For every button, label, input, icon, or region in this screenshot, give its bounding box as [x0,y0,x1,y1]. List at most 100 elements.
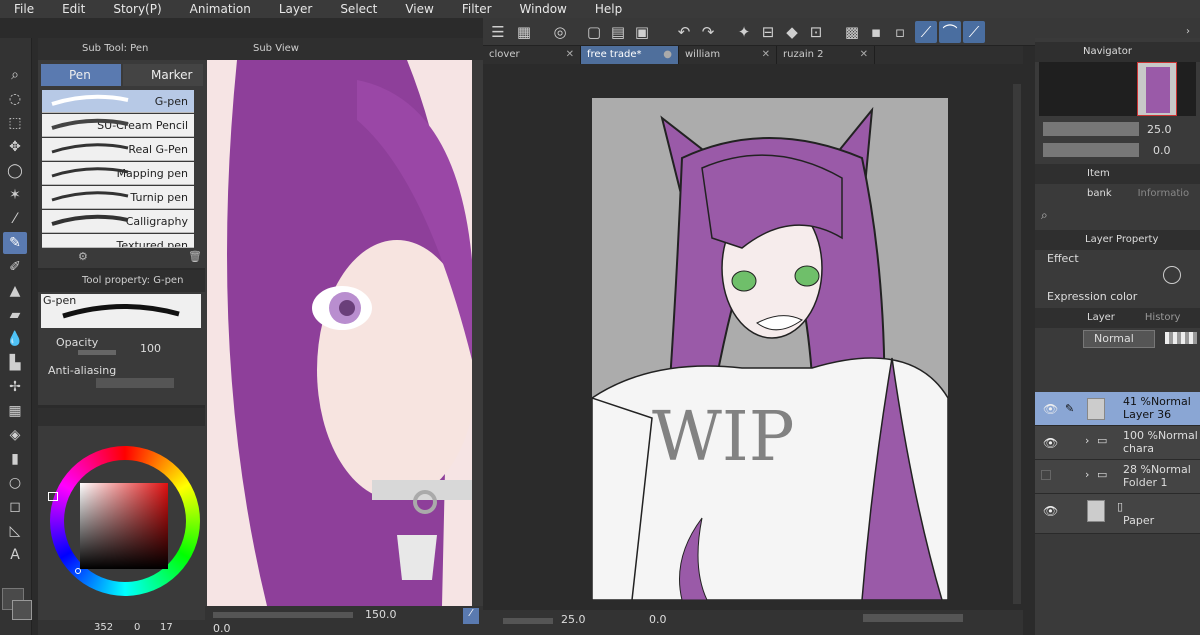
navigator-angle-value[interactable]: 0.0 [1153,144,1171,157]
brush-item[interactable]: Mapping pen [42,162,194,185]
special-ruler-snap-icon[interactable]: ⌒ [939,21,961,43]
close-icon[interactable]: ✕ [566,46,574,64]
layer-row[interactable]: 👁 › ▭ 100 %Normal chara [1035,426,1200,460]
brush-item[interactable]: Calligraphy [42,210,194,233]
magic-wand-icon[interactable]: ✶ [3,184,27,206]
zoom-icon[interactable]: ⌕ [3,64,27,86]
grid-icon[interactable]: ▦ [513,21,535,43]
canvas-area[interactable]: WIP [483,64,1023,610]
frame-icon[interactable]: ▦ [3,400,27,422]
save-icon[interactable]: ▣ [631,21,653,43]
antialias-options[interactable] [96,378,174,388]
show-selection-icon[interactable]: ▫ [889,21,911,43]
sub-color-swatch[interactable] [12,600,32,620]
chevron-right-icon[interactable]: › [1085,434,1089,447]
transform-icon[interactable]: ⊡ [805,21,827,43]
pencil-icon[interactable]: ✐ [3,256,27,278]
menu-select[interactable]: Select [326,0,391,18]
trash-icon[interactable]: 🗑 [188,250,204,264]
redo-icon[interactable]: ↷ [697,21,719,43]
blend-icon[interactable]: 💧 [3,328,27,350]
balloon-icon[interactable]: ◻ [3,496,27,518]
new-file-icon[interactable]: ▢ [583,21,605,43]
canvas-vscroll[interactable] [1013,84,1021,604]
operation-icon[interactable]: ◌ [3,88,27,110]
settings-icon[interactable]: ⚙ [78,250,98,264]
menu-view[interactable]: View [391,0,447,18]
tab-history[interactable]: History [1145,312,1181,323]
fill-icon[interactable]: ◆ [781,21,803,43]
sub-view-zoom-slider[interactable] [213,612,353,618]
search-icon[interactable]: ⌕ [1041,208,1055,222]
ruler-icon[interactable]: ◺ [3,520,27,542]
navigator-zoom-value[interactable]: 25.0 [1147,123,1172,136]
tab-layer[interactable]: Layer [1087,312,1115,323]
pen-tool-icon[interactable]: ✎ [3,232,27,254]
brush-item[interactable]: Textured pen [42,234,194,248]
canvas-zoom-slider[interactable] [503,618,553,624]
figure-icon[interactable]: ○ [3,472,27,494]
canvas-zoom-value[interactable]: 25.0 [561,613,586,626]
tab-marker[interactable]: Marker [123,64,203,86]
eyedropper-icon[interactable]: ⁄ [3,208,27,230]
lasso-icon[interactable]: ◯ [3,160,27,182]
close-icon[interactable]: ✕ [860,46,868,64]
hamburger-icon[interactable]: ☰ [487,21,509,43]
menu-story[interactable]: Story(P) [99,0,175,18]
tab-ruzain-2[interactable]: ruzain 2 ✕ [777,46,875,64]
navigator-angle-slider[interactable] [1043,143,1139,157]
tab-clover[interactable]: clover ✕ [483,46,581,64]
eye-icon[interactable]: 👁 [1043,402,1058,416]
saturation-value-square[interactable] [80,483,168,569]
menu-layer[interactable]: Layer [265,0,326,18]
layer-row[interactable]: › ▭ 28 %Normal Folder 1 [1035,460,1200,494]
invert-selection-icon[interactable]: ▪ [865,21,887,43]
canvas-hscroll[interactable] [863,614,963,622]
brush-icon[interactable]: ▲ [3,280,27,302]
cut-icon[interactable]: ⊟ [757,21,779,43]
grid-snap-icon[interactable]: ⟋ [963,21,985,43]
itembank-label[interactable]: Item bank [1087,168,1112,199]
brush-item[interactable]: G-pen [42,90,194,113]
layer-property-label[interactable]: Layer Property [1085,234,1158,245]
move-icon[interactable]: ✥ [3,136,27,158]
sub-view-zoom-value[interactable]: 150.0 [365,608,397,621]
menu-file[interactable]: File [0,0,48,18]
opacity-slider[interactable] [78,350,116,355]
object-select-icon[interactable]: ⬚ [3,112,27,134]
blend-mode-select[interactable]: Normal [1083,330,1155,348]
navigator-preview[interactable] [1039,62,1196,116]
layer-row[interactable]: 👁 ✎ 41 %Normal Layer 36 [1035,392,1200,426]
menu-help[interactable]: Help [581,0,636,18]
brush-item[interactable]: SU-Cream Pencil [42,114,194,137]
navigator-zoom-slider[interactable] [1043,122,1139,136]
canvas-artwork[interactable]: WIP [592,98,948,600]
tab-william[interactable]: william ✕ [679,46,777,64]
effect-border-icon[interactable] [1163,266,1181,284]
close-icon[interactable]: ✕ [762,46,770,64]
layer-color-icon[interactable] [1165,332,1197,344]
brush-item[interactable]: Real G-Pen [42,138,194,161]
eye-icon[interactable]: 👁 [1043,436,1058,450]
open-folder-icon[interactable]: ▤ [607,21,629,43]
layer-row[interactable]: 👁 ▯ Paper [1035,494,1200,534]
airbrush-icon[interactable]: ▙ [3,352,27,374]
brush-item[interactable]: Turnip pen [42,186,194,209]
clear-icon[interactable]: ✦ [733,21,755,43]
dot-icon[interactable]: ● [663,46,672,64]
chevron-right-icon[interactable]: › [1085,468,1089,481]
deselect-icon[interactable]: ▩ [841,21,863,43]
sub-view-angle-value[interactable]: 0.0 [213,622,231,635]
menu-animation[interactable]: Animation [176,0,265,18]
eraser-icon[interactable]: ▰ [3,304,27,326]
visibility-box[interactable] [1041,470,1051,480]
fill-bucket-icon[interactable]: ◈ [3,424,27,446]
ruler-snap-icon[interactable]: ⟋ [915,21,937,43]
text-icon[interactable]: A [3,544,27,566]
eye-icon[interactable]: 👁 [1043,504,1058,518]
gradient-icon[interactable]: ▮ [3,448,27,470]
opacity-value[interactable]: 100 [140,342,161,355]
canvas-angle-value[interactable]: 0.0 [649,613,667,626]
tab-free-trade[interactable]: free trade* ● [581,46,679,64]
undo-icon[interactable]: ↶ [673,21,695,43]
